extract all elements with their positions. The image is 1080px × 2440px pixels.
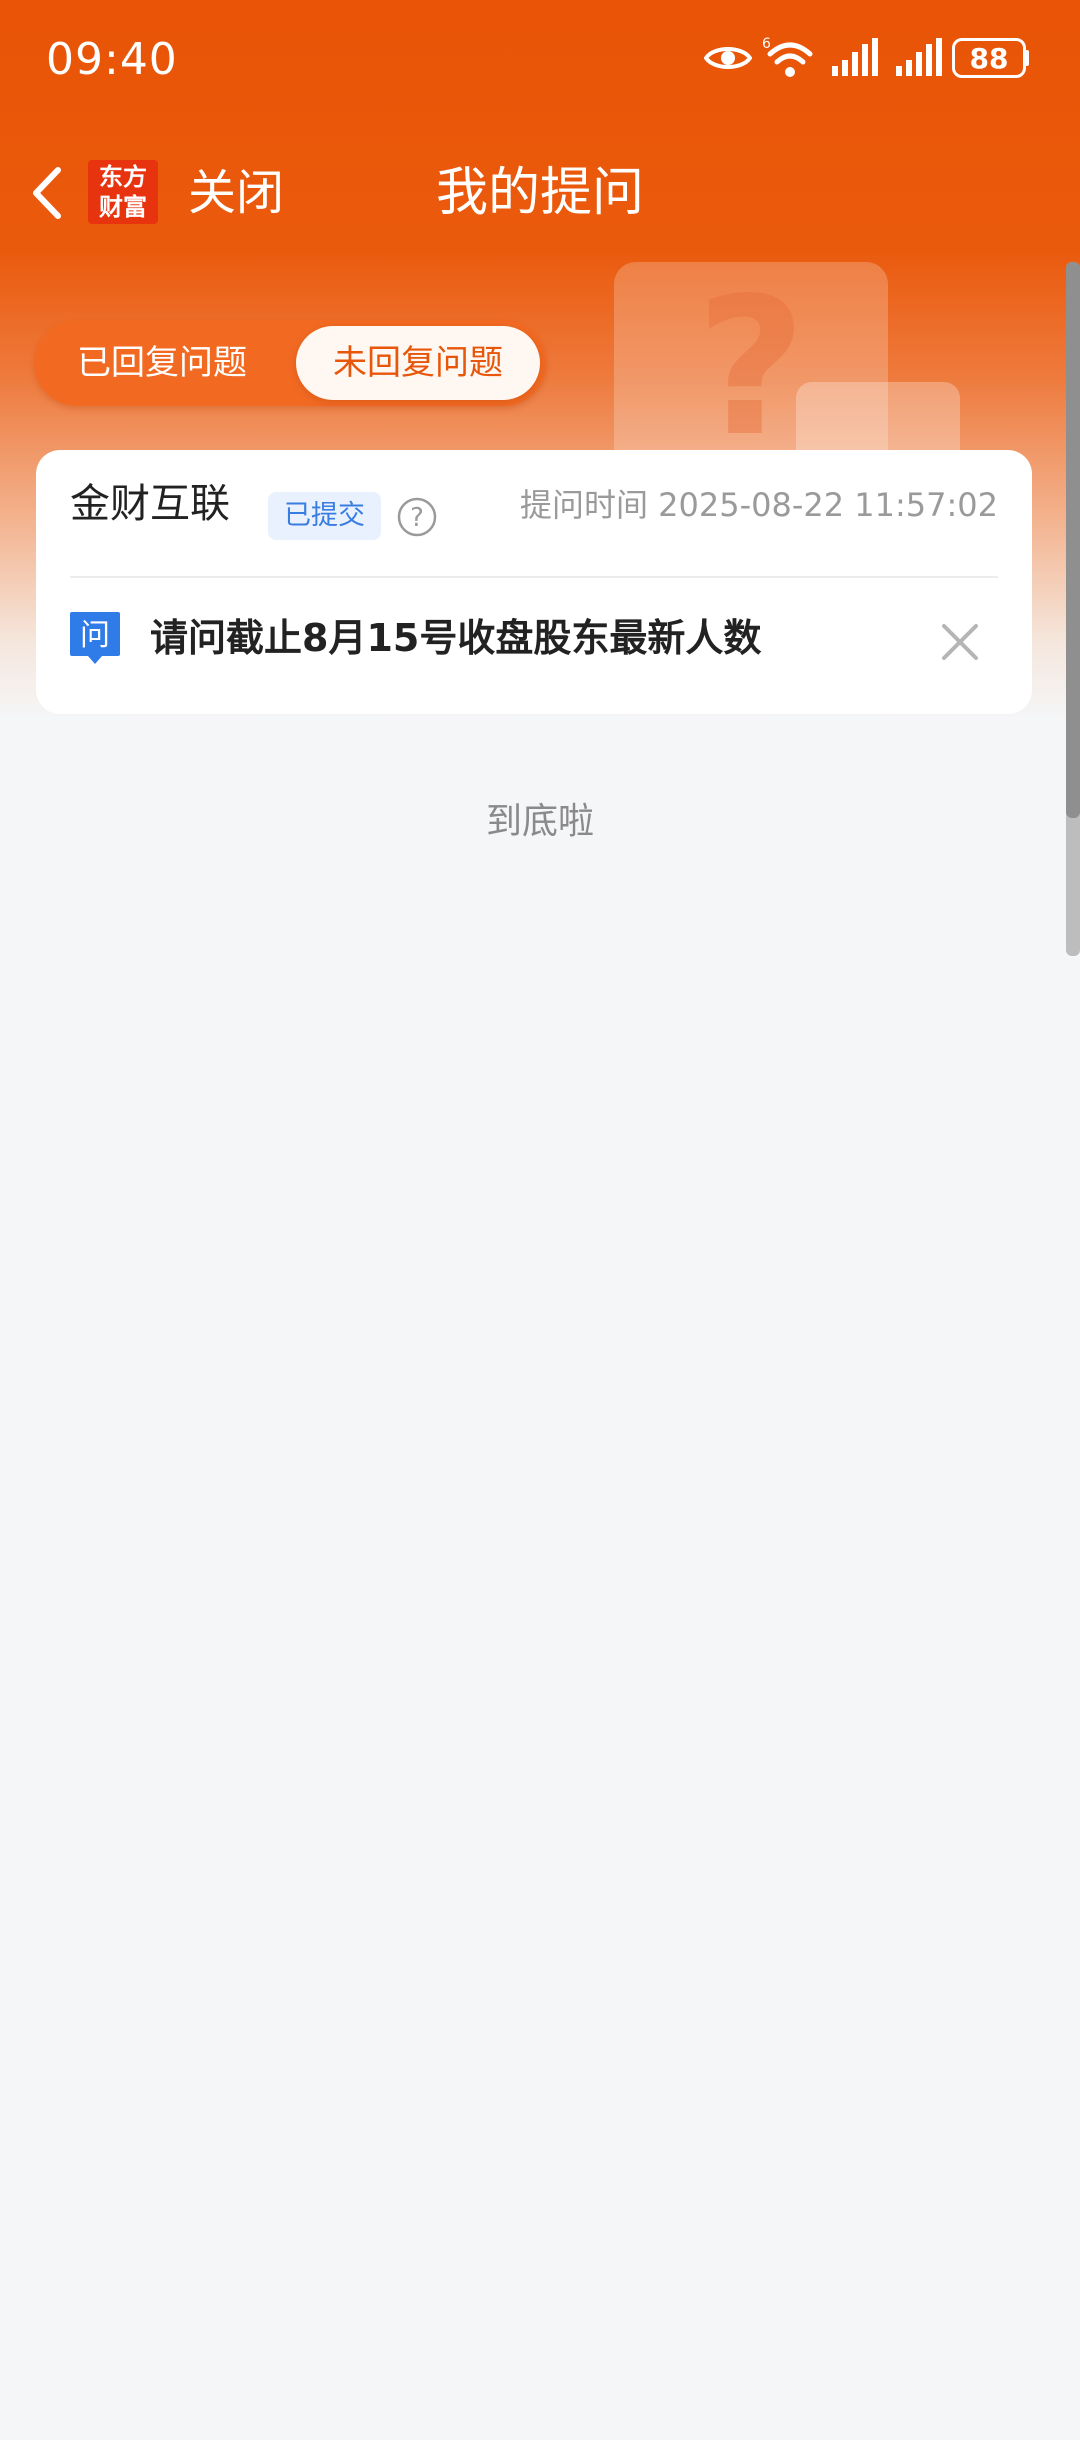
page-title: 我的提问	[435, 163, 644, 223]
help-icon[interactable]: ?	[396, 496, 438, 538]
status-badge: 已提交	[268, 492, 381, 540]
question-card[interactable]: 金财互联 已提交 ? 提问时间 2025-08-22 11:57:02 问 请问…	[36, 450, 1032, 714]
status-time: 09:40	[46, 34, 178, 85]
question-tabs: 已回复问题 未回复问题	[34, 320, 546, 406]
signal-icon	[832, 38, 878, 76]
signal-icon	[896, 38, 942, 76]
tab-replied[interactable]: 已回复问题	[34, 320, 290, 406]
svg-text:?: ?	[410, 503, 424, 533]
end-of-list-text: 到底啦	[485, 801, 594, 842]
question-icon: 问	[70, 612, 120, 664]
scrollbar-thumb[interactable]	[1066, 262, 1080, 818]
eye-icon	[704, 47, 752, 69]
wifi-icon: 6	[762, 36, 813, 77]
tab-unreplied[interactable]: 未回复问题	[296, 326, 540, 400]
ask-time: 提问时间 2025-08-22 11:57:02	[519, 486, 998, 524]
battery-level: 88	[969, 41, 1009, 75]
wifi-badge: 6	[762, 36, 771, 52]
question-text: 请问截止8月15号收盘股东最新人数	[150, 616, 762, 660]
battery-tip	[1024, 50, 1029, 66]
close-icon[interactable]	[940, 622, 980, 662]
status-bar: 09:40 6 88	[0, 0, 1080, 120]
question-icon-text: 问	[80, 618, 110, 653]
company-name: 金财互联	[70, 481, 230, 527]
divider	[70, 576, 998, 578]
battery-icon: 88	[952, 38, 1026, 78]
